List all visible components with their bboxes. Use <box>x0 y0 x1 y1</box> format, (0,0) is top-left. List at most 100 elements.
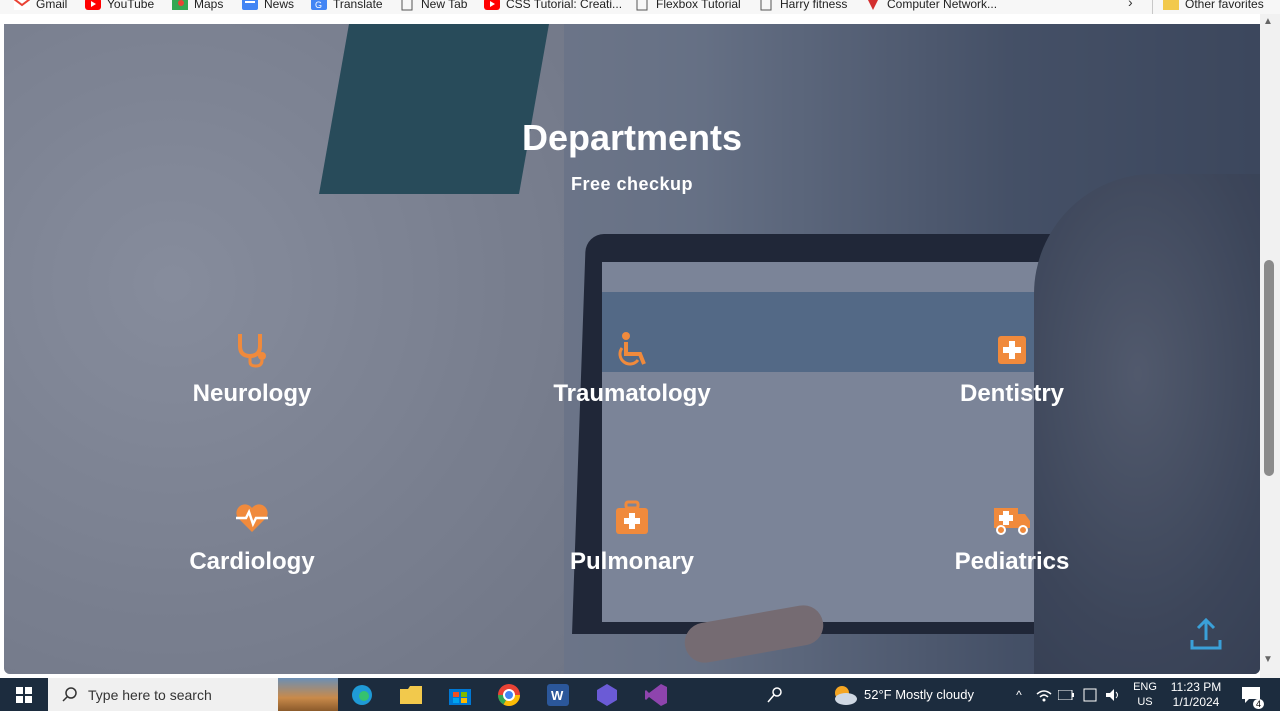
battery-glyph <box>1058 689 1074 700</box>
weather-text: 52°F Mostly cloudy <box>864 687 974 702</box>
brand-icon <box>868 0 878 10</box>
page-icon <box>636 0 648 11</box>
bookmark-label: Harry fitness <box>780 0 848 11</box>
network-status-icon[interactable] <box>1080 678 1100 711</box>
search-people-icon[interactable] <box>762 678 788 711</box>
medical-plus-icon <box>998 336 1026 364</box>
bookmark-label: New Tab <box>421 0 468 11</box>
folder-icon <box>1163 0 1179 10</box>
bookmark-label: Gmail <box>36 0 68 11</box>
bookmark-gmail[interactable]: Gmail <box>14 0 67 14</box>
wheelchair-icon <box>618 332 646 366</box>
bookmark-maps[interactable]: Maps <box>172 0 223 14</box>
store-taskbar-button[interactable] <box>440 678 480 711</box>
medkit-icon <box>616 500 648 534</box>
bookmark-news[interactable]: News <box>242 0 294 14</box>
divider <box>1152 0 1153 14</box>
bookmark-label: Maps <box>194 0 224 11</box>
weather-widget[interactable]: 52°F Mostly cloudy <box>830 678 990 711</box>
department-label: Dentistry <box>959 380 1065 407</box>
department-dentistry[interactable]: Dentistry <box>882 330 1142 408</box>
notification-count-badge: 4 <box>1252 699 1264 709</box>
folder-icon <box>400 685 422 704</box>
translate-icon: G <box>311 0 327 10</box>
heartbeat-icon <box>236 504 268 532</box>
page-icon <box>401 0 413 11</box>
search-icon <box>62 686 77 702</box>
system-clock[interactable]: 11:23 PM 1/1/2024 <box>1166 680 1226 710</box>
scroll-to-top-icon[interactable] <box>1188 616 1224 652</box>
bookmark-label: Computer Network... <box>887 0 998 11</box>
wifi-glyph <box>1036 689 1052 701</box>
department-pediatrics[interactable]: Pediatrics <box>882 498 1142 576</box>
department-label: Traumatology <box>553 380 711 407</box>
weather-cloudy-icon <box>835 685 857 705</box>
app-taskbar-button[interactable] <box>587 678 627 711</box>
word-icon: W <box>547 683 569 706</box>
clock-date: 1/1/2024 <box>1172 695 1220 709</box>
youtube-icon <box>484 0 500 10</box>
taskbar-search-box[interactable]: Type here to search <box>48 678 338 711</box>
bookmark-flexbox-tutorial[interactable]: Flexbox Tutorial <box>634 0 741 14</box>
department-pulmonary[interactable]: Pulmonary <box>502 498 762 576</box>
bookmark-label: News <box>264 0 295 11</box>
bookmark-label: CSS Tutorial: Creati... <box>506 0 623 11</box>
bookmark-label: Other favorites <box>1185 0 1264 11</box>
chrome-taskbar-button[interactable] <box>489 678 529 711</box>
wifi-icon[interactable] <box>1034 678 1054 711</box>
bookmark-harry-fitness[interactable]: Harry fitness <box>758 0 847 14</box>
stethoscope-icon <box>238 334 266 368</box>
bookmarks-bar: Gmail YouTube Maps News G Translate New … <box>0 0 1280 14</box>
departments-section: Departments Free checkup Neurology Traum… <box>4 24 1260 674</box>
bookmark-label: YouTube <box>107 0 155 11</box>
maps-icon <box>172 0 188 10</box>
department-label: Pediatrics <box>954 548 1070 575</box>
chevron-right-icon[interactable]: › <box>1128 0 1142 14</box>
bookmark-youtube[interactable]: YouTube <box>85 0 154 14</box>
search-person-icon <box>767 686 782 702</box>
bookmark-css-tutorial[interactable]: CSS Tutorial: Creati... <box>484 0 622 14</box>
input-language[interactable]: ENG US <box>1130 680 1160 710</box>
search-placeholder: Type here to search <box>88 686 212 703</box>
news-icon <box>242 0 258 10</box>
bookmark-computer-network[interactable]: Computer Network... <box>865 0 997 14</box>
department-label: Neurology <box>192 380 312 407</box>
speaker-glyph <box>1106 688 1118 701</box>
volume-icon[interactable] <box>1102 678 1124 711</box>
edge-icon <box>352 684 372 705</box>
clock-time: 11:23 PM <box>1170 680 1222 694</box>
page-icon <box>760 0 772 11</box>
chrome-icon <box>498 683 520 706</box>
taskbar: Type here to search W 52°F Mostly cloudy… <box>0 678 1280 711</box>
scrollbar-thumb[interactable] <box>1264 260 1274 476</box>
gmail-icon <box>14 0 30 10</box>
bookmark-other-favorites[interactable]: Other favorites <box>1163 0 1264 14</box>
edge-taskbar-button[interactable] <box>342 678 382 711</box>
bookmark-label: Translate <box>333 0 383 11</box>
department-traumatology[interactable]: Traumatology <box>502 330 762 408</box>
visual-studio-taskbar-button[interactable] <box>636 678 676 711</box>
svg-text:G: G <box>315 0 322 10</box>
scroll-up-arrow-icon[interactable]: ▲ <box>1263 16 1273 27</box>
notifications-button[interactable]: 4 <box>1236 678 1266 711</box>
visual-studio-icon <box>645 683 667 706</box>
bookmark-label: Flexbox Tutorial <box>656 0 741 11</box>
department-cardiology[interactable]: Cardiology <box>122 498 382 576</box>
page-viewport: Departments Free checkup Neurology Traum… <box>0 14 1280 678</box>
chevron-up-icon[interactable]: ^ <box>1010 678 1028 711</box>
svg-text:W: W <box>551 688 564 703</box>
word-taskbar-button[interactable]: W <box>538 678 578 711</box>
bookmark-new-tab[interactable]: New Tab <box>399 0 467 14</box>
section-title: Departments <box>521 117 743 158</box>
section-subtitle: Free checkup <box>570 174 694 194</box>
file-explorer-taskbar-button[interactable] <box>391 678 431 711</box>
search-highlight-image <box>278 678 338 711</box>
store-icon <box>449 688 471 705</box>
start-button[interactable] <box>0 678 48 711</box>
bookmark-translate[interactable]: G Translate <box>311 0 383 14</box>
windows-logo-icon <box>16 686 32 703</box>
department-neurology[interactable]: Neurology <box>122 330 382 408</box>
network-glyph <box>1083 688 1097 701</box>
scroll-down-arrow-icon[interactable]: ▼ <box>1263 654 1273 665</box>
battery-icon[interactable] <box>1056 678 1076 711</box>
